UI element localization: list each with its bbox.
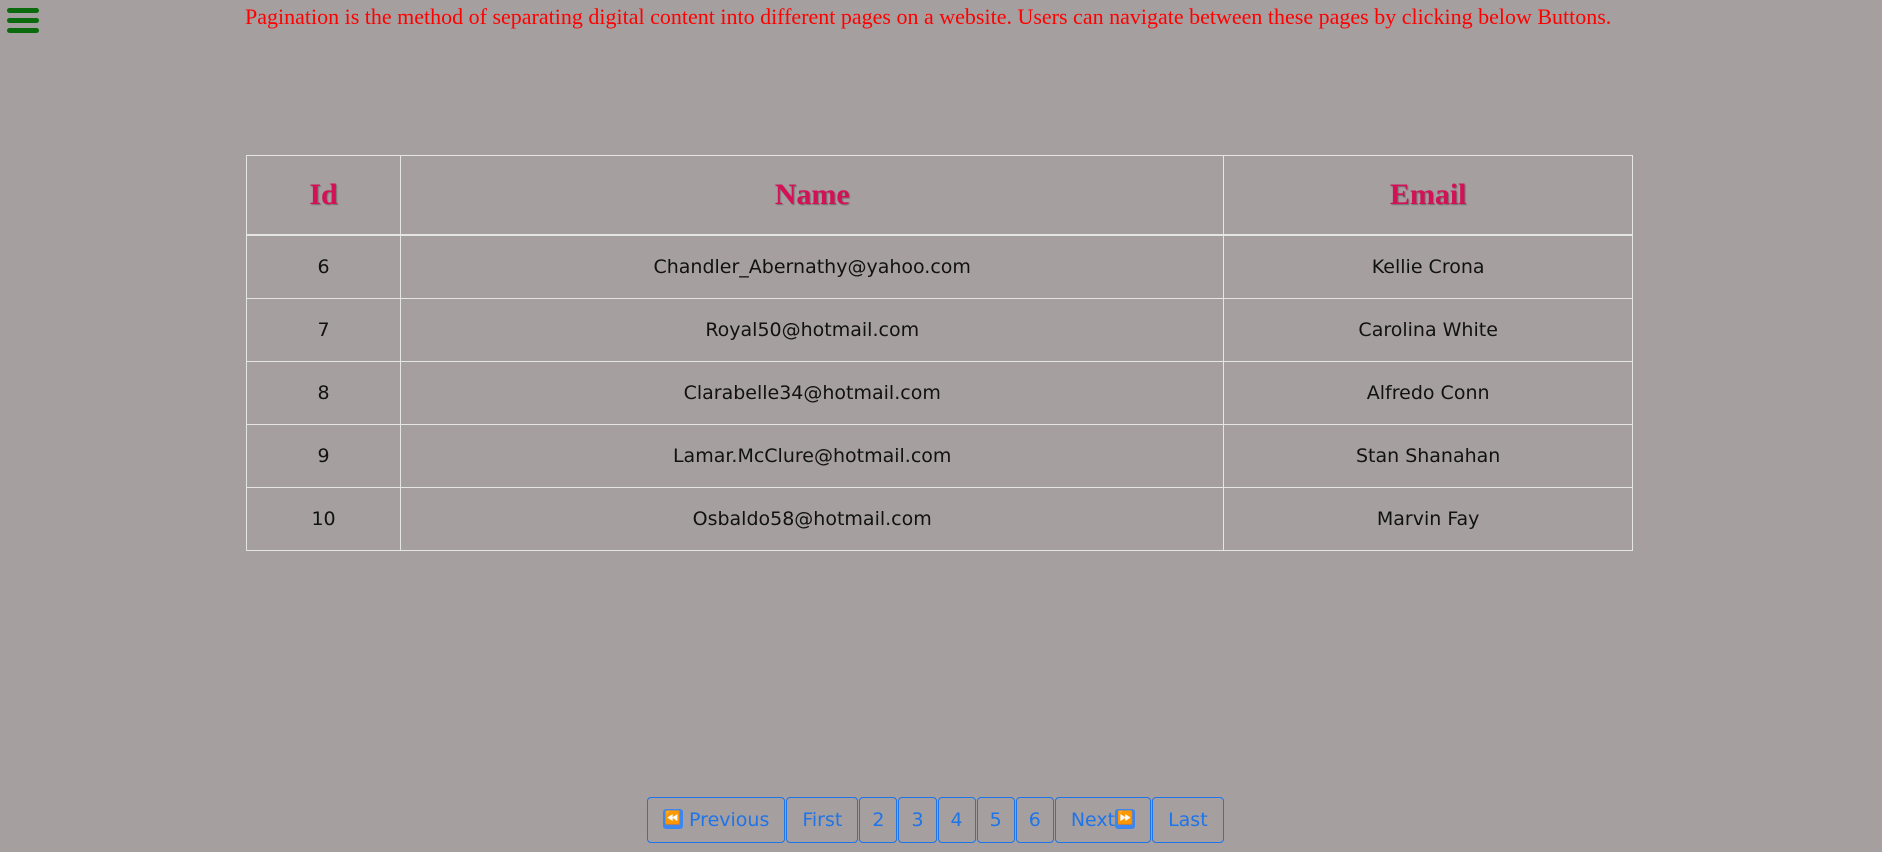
cell-name: Lamar.McClure@hotmail.com <box>400 424 1225 488</box>
menu-bar-3 <box>7 28 39 33</box>
cell-id: 7 <box>245 298 402 362</box>
next-button[interactable]: Next ⏩ <box>1054 797 1152 843</box>
page-button-4[interactable]: 4 <box>937 797 976 843</box>
table-row: 8 Clarabelle34@hotmail.com Alfredo Conn <box>245 361 1633 425</box>
cell-id: 6 <box>245 234 402 299</box>
cell-email: Marvin Fay <box>1223 487 1633 551</box>
menu-bar-2 <box>7 18 39 23</box>
cell-id: 10 <box>245 487 402 551</box>
hamburger-menu-icon[interactable] <box>7 8 39 38</box>
column-header-name: Name <box>400 155 1225 236</box>
intro-text: Pagination is the method of separating d… <box>245 4 1612 29</box>
pagination: ⏪ Previous First 2 3 4 5 6 Next ⏩ Last <box>647 797 1224 843</box>
cell-email: Carolina White <box>1223 298 1633 362</box>
rewind-icon: ⏪ <box>663 809 683 829</box>
last-page-button[interactable]: Last <box>1152 797 1224 843</box>
cell-name: Royal50@hotmail.com <box>400 298 1225 362</box>
previous-button[interactable]: ⏪ Previous <box>647 797 786 843</box>
page-button-5[interactable]: 5 <box>976 797 1015 843</box>
cell-name: Clarabelle34@hotmail.com <box>400 361 1225 425</box>
cell-email: Alfredo Conn <box>1223 361 1633 425</box>
table-row: 9 Lamar.McClure@hotmail.com Stan Shanaha… <box>245 424 1633 488</box>
column-header-email: Email <box>1223 155 1633 236</box>
column-header-id: Id <box>245 155 402 236</box>
cell-id: 8 <box>245 361 402 425</box>
page-button-6[interactable]: 6 <box>1015 797 1054 843</box>
cell-email: Kellie Crona <box>1223 234 1633 299</box>
users-table: Id Name Email 6 Chandler_Abernathy@yahoo… <box>245 155 1633 551</box>
next-label: Next <box>1070 809 1116 831</box>
menu-bar-1 <box>7 8 39 13</box>
table-row: 6 Chandler_Abernathy@yahoo.com Kellie Cr… <box>245 234 1633 299</box>
fast-forward-icon: ⏩ <box>1115 809 1136 829</box>
previous-label: Previous <box>689 809 770 831</box>
page-button-3[interactable]: 3 <box>898 797 937 843</box>
table-row: 7 Royal50@hotmail.com Carolina White <box>245 298 1633 362</box>
page-button-2[interactable]: 2 <box>859 797 898 843</box>
cell-id: 9 <box>245 424 402 488</box>
cell-name: Chandler_Abernathy@yahoo.com <box>400 234 1225 299</box>
cell-name: Osbaldo58@hotmail.com <box>400 487 1225 551</box>
first-page-button[interactable]: First <box>786 797 859 843</box>
table-row: 10 Osbaldo58@hotmail.com Marvin Fay <box>245 487 1633 551</box>
cell-email: Stan Shanahan <box>1223 424 1633 488</box>
table-header-row: Id Name Email <box>245 155 1633 236</box>
